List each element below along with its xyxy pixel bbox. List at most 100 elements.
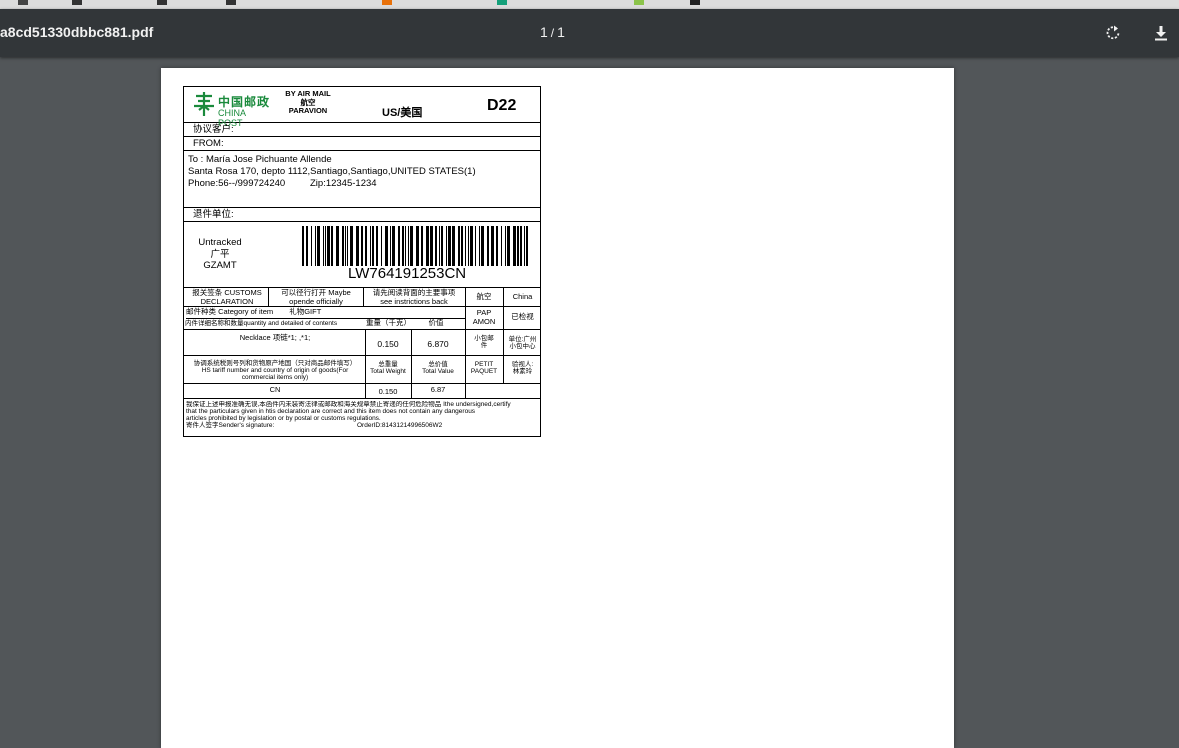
barcode-bar	[439, 226, 440, 266]
barcode-bar	[475, 226, 476, 266]
barcode-bar	[513, 226, 516, 266]
barcode-bar	[372, 226, 374, 266]
pdf-page: 中国邮政 CHINA POST BY AIR MAIL 航空 PARAVION …	[161, 68, 954, 748]
barcode-bar	[470, 226, 473, 266]
totals-row: CN 0.150 6.87	[184, 384, 540, 399]
barcode-bar	[408, 226, 409, 266]
barcode-bar	[361, 226, 363, 266]
bookmark-icon[interactable]	[157, 0, 167, 5]
barcode-bar	[501, 226, 502, 266]
barcode-bar	[306, 226, 308, 266]
shipping-label: 中国邮政 CHINA POST BY AIR MAIL 航空 PARAVION …	[183, 86, 541, 437]
service-code: Untracked 广平 GZAMT	[198, 237, 242, 271]
bookmark-icon[interactable]	[497, 0, 507, 5]
barcode-bar	[376, 226, 378, 266]
barcode-bar	[524, 226, 525, 266]
barcode-bar	[356, 226, 359, 266]
barcode-bar	[421, 226, 423, 266]
barcode-bar	[327, 226, 330, 266]
barcode-bar	[526, 226, 528, 266]
tracking-barcode	[302, 226, 528, 266]
download-icon	[1155, 26, 1167, 41]
barcode-bar	[331, 226, 333, 266]
rotate-button[interactable]	[1101, 21, 1125, 45]
barcode-bar	[392, 226, 395, 266]
barcode-bar	[350, 226, 353, 266]
barcode-bar	[468, 226, 469, 266]
barcode-bar	[505, 226, 506, 266]
barcode-bar	[398, 226, 400, 266]
barcode-bar	[496, 226, 498, 266]
label-header: 中国邮政 CHINA POST BY AIR MAIL 航空 PARAVION …	[184, 87, 540, 128]
zone-code: D22	[487, 97, 517, 114]
file-title: a8cd51330dbbc881.pdf	[0, 24, 154, 40]
pdf-toolbar: a8cd51330dbbc881.pdf 1/1	[0, 9, 1179, 57]
barcode-bar	[410, 226, 413, 266]
bookmark-icon[interactable]	[18, 0, 28, 5]
barcode-bar	[481, 226, 484, 266]
bookmark-icon[interactable]	[226, 0, 236, 5]
china-post-logo: 中国邮政 CHINA POST	[192, 90, 272, 128]
page-separator: /	[550, 26, 555, 40]
barcode-bar	[461, 226, 463, 266]
destination: US/美国	[382, 107, 423, 119]
barcode-bar	[458, 226, 460, 266]
barcode-bar	[317, 226, 320, 266]
customs-declaration-row: 报关签条 CUSTOMS DECLARATION 可以径行打开 Maybe open…	[184, 288, 540, 307]
barcode-bar	[347, 226, 348, 266]
bookmark-icon[interactable]	[382, 0, 392, 5]
tracking-number: LW764191253CN	[348, 265, 467, 282]
order-id: OrderID:81431214996506W2	[357, 422, 443, 429]
barcode-bar	[435, 226, 437, 266]
hs-tariff-row: 协调系统税则号列和货物原产地国（只对商品邮件填写） HS tariff numbe…	[184, 356, 540, 384]
barcode-bar	[517, 226, 519, 266]
barcode-row: Untracked 广平 GZAMT LW764191253CN	[184, 222, 540, 288]
agreement-customer-row: 协议客户:	[184, 123, 540, 137]
barcode-bar	[345, 226, 346, 266]
barcode-bar	[479, 226, 480, 266]
category-row: 邮件种类 Category of item 礼物GIFT 内件详细名称和数量qu…	[184, 307, 540, 330]
barcode-bar	[325, 226, 326, 266]
bookmark-icon[interactable]	[72, 0, 82, 5]
total-pages: 1	[557, 24, 565, 40]
barcode-bar	[405, 226, 406, 266]
bookmark-icon[interactable]	[690, 0, 700, 5]
barcode-bar	[342, 226, 344, 266]
by-air-mail: BY AIR MAIL 航空 PARAVION	[285, 89, 331, 115]
barcode-bar	[311, 226, 312, 266]
bookmark-icon[interactable]	[634, 0, 644, 5]
barcode-bar	[452, 226, 455, 266]
barcode-bar	[491, 226, 494, 266]
barcode-bar	[507, 226, 510, 266]
barcode-bar	[416, 226, 419, 266]
barcode-bar	[441, 226, 443, 266]
download-button[interactable]	[1149, 21, 1173, 45]
barcode-bar	[381, 226, 382, 266]
barcode-bar	[520, 226, 522, 266]
barcode-bar	[302, 226, 304, 266]
certification-text: 我保证上述申报准确无误,本函件内未装寄法律或邮政和海关规章禁止寄递的任何危险物品…	[186, 401, 511, 429]
barcode-bar	[430, 226, 433, 266]
recipient-address: To : María Jose Pichuante Allende Santa …	[184, 151, 540, 208]
barcode-bar	[336, 226, 339, 266]
barcode-bar	[390, 226, 391, 266]
rotate-icon	[1106, 25, 1120, 40]
bookmark-bar	[0, 0, 1179, 9]
barcode-bar	[402, 226, 404, 266]
barcode-bar	[365, 226, 367, 266]
item-row: Necklace 项链*1; ,*1; 0.150 6.870 小包邮件 单位:…	[184, 330, 540, 356]
from-row: FROM:	[184, 137, 540, 151]
barcode-bar	[426, 226, 429, 266]
barcode-bar	[446, 226, 447, 266]
return-unit-row: 退件单位:	[184, 208, 540, 222]
current-page[interactable]: 1	[540, 24, 548, 40]
barcode-bar	[370, 226, 371, 266]
barcode-bar	[448, 226, 451, 266]
barcode-bar	[315, 226, 316, 266]
barcode-bar	[323, 226, 324, 266]
sender-signature: 寄件人签字Sender's signature:	[186, 422, 275, 429]
barcode-bar	[465, 226, 466, 266]
page-indicator: 1/1	[540, 24, 565, 40]
china-post-emblem-icon	[194, 92, 214, 116]
barcode-bar	[487, 226, 489, 266]
